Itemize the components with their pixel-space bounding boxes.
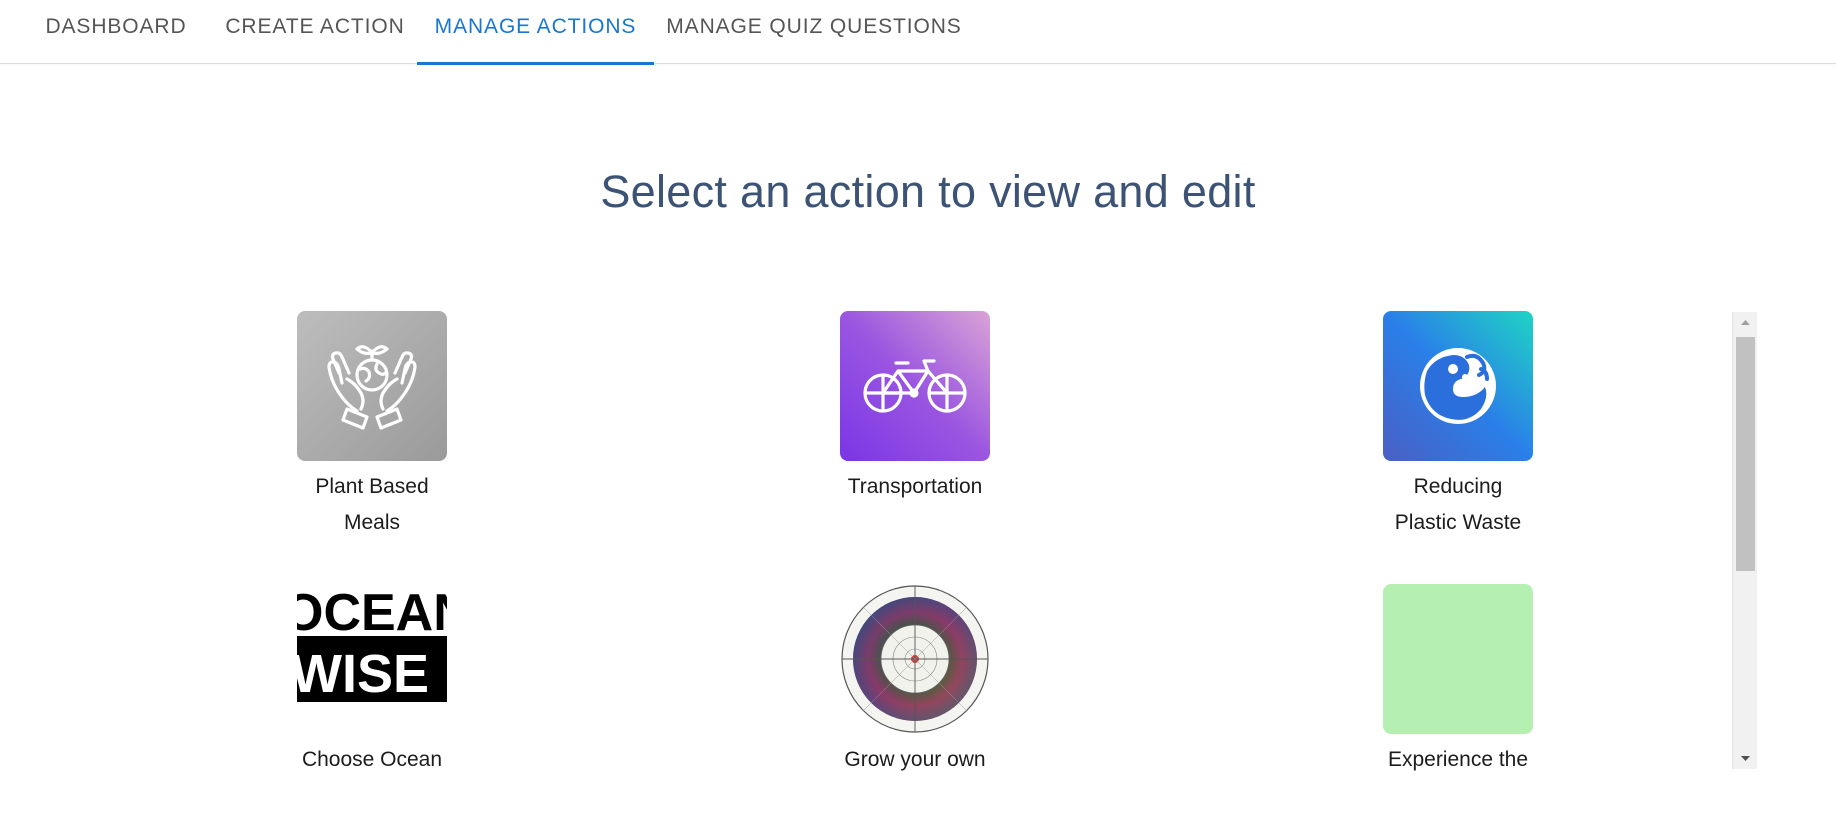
tab-manage-quiz-questions[interactable]: MANAGE QUIZ QUESTIONS [666,0,962,64]
bicycle-icon [840,311,990,461]
scroll-up-arrow-icon[interactable] [1733,312,1758,332]
tab-label: MANAGE ACTIONS [434,15,637,38]
action-label: Reducing Plastic Waste [1333,469,1583,541]
logo-text-wise: WISE [297,644,429,704]
tab-label: MANAGE QUIZ QUESTIONS [666,15,962,38]
action-label: Experience the [1333,742,1583,771]
circular-garden-artwork [840,584,990,734]
action-label-line: Plastic Waste [1394,511,1522,534]
tab-label: CREATE ACTION [225,15,405,38]
tab-dashboard[interactable]: DASHBOARD [32,0,200,64]
action-label: Choose Ocean [247,742,497,771]
action-grid: Plant Based Meals Transportation Reducin… [220,311,1756,771]
top-tab-bar: DASHBOARD CREATE ACTION MANAGE ACTIONS M… [0,0,1836,65]
page-title: Select an action to view and edit [600,166,1256,217]
action-label-line: Experience the [1387,748,1529,771]
ocean-wise-logo: OCEAN WISE [297,584,447,734]
scrollbar-thumb[interactable] [1736,337,1755,571]
action-label-line: Meals [343,511,401,534]
hands-globe-sprout-icon [297,311,447,461]
active-tab-indicator [417,62,654,65]
action-label-line: Choose Ocean [301,748,443,771]
ocean-wave-icon [1383,311,1533,461]
action-label-line: Plant Based [315,475,429,498]
green-square-placeholder [1383,584,1533,734]
action-label-line: Transportation [847,475,983,498]
logo-text-ocean: OCEAN [297,584,447,642]
tab-create-action[interactable]: CREATE ACTION [210,0,420,64]
scroll-down-arrow-icon[interactable] [1733,749,1758,769]
action-grid-scrollbar[interactable] [1732,312,1757,769]
tab-label: DASHBOARD [45,15,187,38]
tab-manage-actions[interactable]: MANAGE ACTIONS [417,0,654,65]
action-label: Plant Based Meals [247,469,497,541]
action-label: Grow your own [790,742,1040,771]
action-label-line: Grow your own [844,748,986,771]
action-label: Transportation [790,469,1040,505]
action-label-line: Reducing [1413,475,1503,498]
